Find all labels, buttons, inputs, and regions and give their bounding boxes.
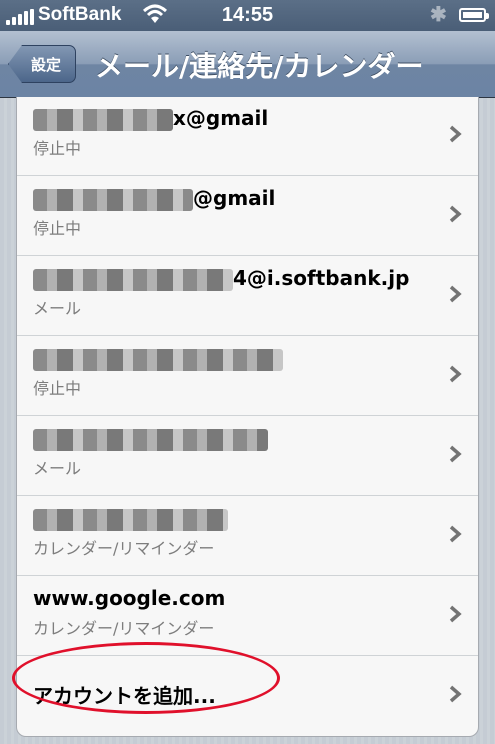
status-bar: SoftBank 14:55 ✱: [0, 0, 495, 31]
account-name: [33, 426, 268, 451]
chevron-right-icon: [449, 365, 462, 383]
account-status: メール: [33, 459, 82, 478]
clock: 14:55: [221, 4, 274, 26]
account-row[interactable]: 4@i.softbank.jp メール: [17, 256, 478, 336]
bluetooth-icon: ✱: [430, 4, 447, 26]
navigation-bar: 設定 メール/連絡先/カレンダー: [0, 31, 495, 98]
account-row[interactable]: 停止中: [17, 336, 478, 416]
add-account-label: アカウントを追加...: [33, 684, 216, 708]
account-row[interactable]: x@gmail 停止中: [17, 97, 478, 176]
chevron-right-icon: [449, 605, 462, 623]
account-row[interactable]: メール: [17, 416, 478, 496]
account-name: @gmail: [33, 186, 275, 211]
account-name: [33, 506, 228, 531]
account-row[interactable]: www.google.com カレンダー/リマインダー: [17, 576, 478, 656]
account-status: カレンダー/リマインダー: [33, 539, 215, 558]
account-name: [33, 346, 283, 371]
chevron-right-icon: [449, 525, 462, 543]
account-status: 停止中: [33, 139, 82, 158]
account-name: www.google.com: [33, 586, 226, 610]
chevron-right-icon: [449, 445, 462, 463]
back-button[interactable]: 設定: [8, 45, 76, 83]
accounts-list: x@gmail 停止中 @gmail 停止中 4@i.softbank.jp メ…: [16, 97, 479, 737]
chevron-right-icon: [449, 125, 462, 143]
account-status: メール: [33, 299, 82, 318]
account-status: 停止中: [33, 219, 82, 238]
account-name: x@gmail: [33, 106, 268, 131]
account-row[interactable]: @gmail 停止中: [17, 176, 478, 256]
page-title: メール/連絡先/カレンダー: [95, 50, 424, 83]
battery-icon: [459, 8, 489, 22]
chevron-right-icon: [449, 285, 462, 303]
account-status: カレンダー/リマインダー: [33, 619, 215, 638]
chevron-right-icon: [449, 685, 462, 703]
chevron-right-icon: [449, 205, 462, 223]
account-row[interactable]: カレンダー/リマインダー: [17, 496, 478, 576]
account-status: 停止中: [33, 379, 82, 398]
add-account-row[interactable]: アカウントを追加...: [17, 656, 478, 736]
account-name: 4@i.softbank.jp: [33, 266, 409, 291]
